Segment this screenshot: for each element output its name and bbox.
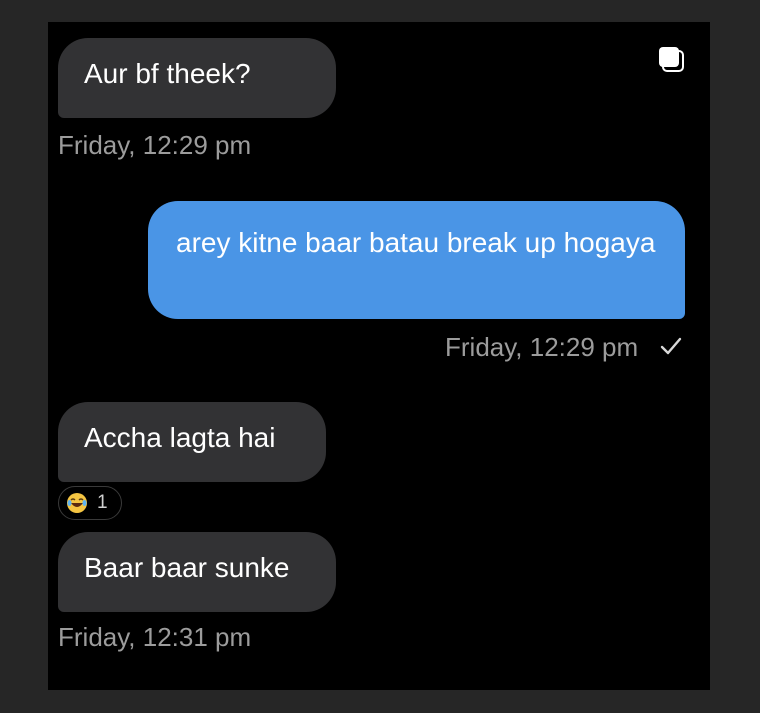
reaction-count: 1 <box>97 492 108 513</box>
incoming-message[interactable]: Baar baar sunke <box>58 532 336 612</box>
checkmark-icon <box>660 337 682 355</box>
message-text: Baar baar sunke <box>84 552 290 583</box>
message-text: Accha lagta hai <box>84 422 276 453</box>
chat-screenshot: Aur bf theek? Friday, 12:29 pm arey kitn… <box>48 22 710 690</box>
message-text: Aur bf theek? <box>84 58 251 89</box>
incoming-message[interactable]: Accha lagta hai <box>58 402 326 482</box>
message-timestamp: Friday, 12:29 pm <box>58 130 252 160</box>
message-text: arey kitne baar batau break up hogaya <box>176 227 656 258</box>
incoming-message[interactable]: Aur bf theek? <box>58 38 336 118</box>
copy-icon[interactable] <box>658 46 684 72</box>
message-timestamp: Friday, 12:31 pm <box>58 622 252 652</box>
laughing-emoji-icon <box>67 493 87 513</box>
message-timestamp: Friday, 12:29 pm <box>445 332 639 362</box>
reaction-badge[interactable]: 1 <box>58 486 122 520</box>
outgoing-message[interactable]: arey kitne baar batau break up hogaya <box>148 201 685 319</box>
